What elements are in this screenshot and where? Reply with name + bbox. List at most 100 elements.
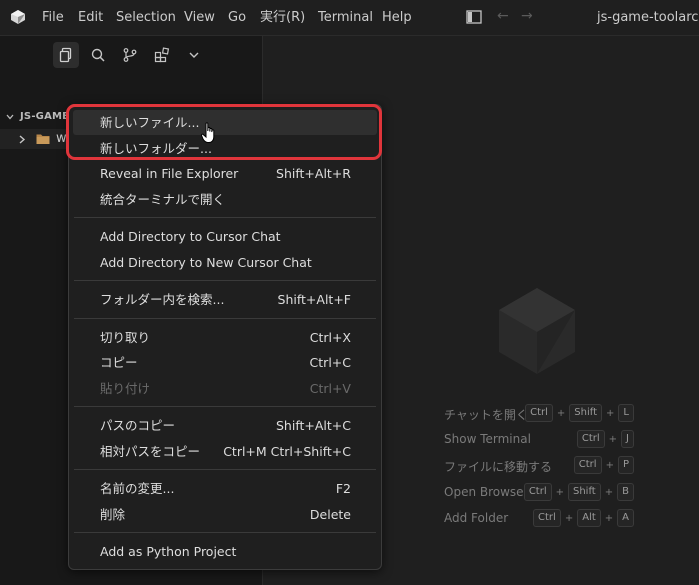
shortcut-hint-label: Open Browser — [444, 485, 529, 499]
key-plus: + — [605, 459, 614, 471]
app-logo-icon[interactable] — [10, 9, 26, 25]
shortcut-keys: Ctrl + P — [573, 456, 634, 474]
key-cap: B — [617, 483, 634, 501]
context-menu-item-label: コピー — [100, 355, 138, 370]
menu-view[interactable]: View — [184, 0, 215, 35]
forward-arrow-icon[interactable]: → — [521, 8, 533, 24]
shortcut-keys: Ctrl + Shift + B — [523, 483, 634, 501]
extensions-icon — [154, 47, 170, 63]
context-menu-item-shortcut: Ctrl+C — [309, 355, 351, 370]
context-menu-item[interactable]: 削除 Delete — [73, 502, 377, 527]
context-menu-item-label: 切り取り — [100, 329, 151, 345]
menu-go[interactable]: Go — [228, 0, 246, 35]
key-cap: Shift — [569, 404, 603, 422]
context-menu-item-label: Add as Python Project — [100, 544, 237, 559]
more-views-button[interactable] — [181, 42, 207, 68]
context-menu-item-label: Add Directory to New Cursor Chat — [100, 254, 312, 270]
context-menu-item[interactable]: Add as Python Project — [73, 539, 377, 564]
context-menu-item[interactable]: フォルダー内を検索... Shift+Alt+F — [73, 287, 377, 312]
menu-terminal[interactable]: Terminal — [318, 0, 373, 35]
context-menu-item-shortcut: Ctrl+M Ctrl+Shift+C — [223, 443, 351, 459]
shortcut-hint-label: Show Terminal — [444, 432, 531, 446]
menu-separator — [74, 280, 376, 281]
context-menu-item-label: 貼り付け — [100, 380, 151, 396]
chevron-down-icon — [6, 114, 14, 120]
context-menu-item-label: 名前の変更... — [100, 481, 175, 496]
shortcut-hint-label: Add Folder — [444, 511, 509, 525]
menu-run[interactable]: 実行(R) — [260, 0, 305, 35]
context-menu-item[interactable]: コピー Ctrl+C — [73, 350, 377, 375]
context-menu-item[interactable]: Add Directory to New Cursor Chat — [73, 250, 377, 275]
menu-separator — [74, 469, 376, 470]
context-menu-item-shortcut: Shift+Alt+F — [277, 292, 351, 307]
context-menu-item-label: パスのコピー — [100, 418, 176, 433]
context-menu-item[interactable]: Reveal in File Explorer Shift+Alt+R — [73, 161, 377, 186]
key-plus: + — [608, 433, 618, 445]
back-arrow-icon[interactable]: ← — [497, 8, 509, 24]
key-cap: L — [618, 404, 634, 422]
menu-separator — [74, 217, 376, 218]
window-title: js-game-toolarc — [597, 10, 699, 25]
shortcut-keys: Ctrl + J — [576, 430, 634, 448]
shortcut-keys: Ctrl + Shift + L — [525, 404, 634, 422]
menu-separator — [74, 317, 376, 319]
menu-edit[interactable]: Edit — [78, 0, 103, 35]
context-menu-item[interactable]: パスのコピー Shift+Alt+C — [73, 413, 377, 438]
search-button[interactable] — [85, 42, 111, 68]
chevron-down-icon — [189, 52, 199, 58]
key-cap: J — [621, 430, 634, 448]
shortcut-keys: Ctrl + Alt + A — [533, 509, 634, 527]
key-cap: A — [617, 509, 634, 527]
context-menu: 新しいファイル... 新しいフォルダー... Reveal in File Expl… — [68, 104, 382, 570]
key-plus: + — [555, 486, 564, 498]
shortcut-hint-row[interactable]: Open Browser Ctrl + Shift + B — [444, 483, 634, 503]
extensions-button[interactable] — [149, 42, 175, 68]
context-menu-item-shortcut: Ctrl+X — [309, 329, 351, 345]
menu-file[interactable]: File — [42, 0, 64, 35]
shortcut-hint-row[interactable]: Show Terminal Ctrl + J — [444, 430, 634, 450]
context-menu-item-label: 削除 — [100, 506, 126, 522]
shortcut-hint-row[interactable]: ファイルに移動する Ctrl + P — [444, 456, 634, 476]
menu-selection[interactable]: Selection — [116, 0, 176, 35]
chevron-right-icon — [19, 135, 26, 144]
menu-separator — [74, 532, 376, 533]
title-bar: File Edit Selection View Go 実行(R) Termin… — [0, 0, 699, 36]
key-plus: + — [604, 512, 614, 524]
context-menu-item[interactable]: Add Directory to Cursor Chat — [73, 224, 377, 249]
key-plus: + — [606, 407, 615, 419]
context-menu-item[interactable]: 統合ターミナルで開く — [73, 187, 377, 212]
context-menu-item[interactable]: 名前の変更... F2 — [73, 476, 377, 501]
key-cap: Ctrl — [573, 456, 602, 474]
layout-sidebar-icon[interactable] — [466, 10, 482, 24]
source-control-button[interactable] — [117, 42, 143, 68]
cursor-logo-icon — [499, 288, 575, 374]
shortcut-hint-label: ファイルに移動する — [444, 460, 553, 474]
shortcut-hint-label: チャットを開く — [444, 408, 528, 422]
context-menu-item-label: フォルダー内を検索... — [100, 292, 225, 307]
key-cap: Shift — [568, 483, 601, 501]
hand-pointer-icon — [201, 122, 215, 143]
folder-icon — [36, 134, 50, 144]
key-plus: + — [604, 486, 614, 498]
key-cap: Ctrl — [533, 509, 561, 527]
context-menu-item-label: Add Directory to Cursor Chat — [100, 229, 281, 244]
context-menu-item-shortcut: Shift+Alt+R — [276, 166, 351, 181]
shortcut-hint-row[interactable]: Add Folder Ctrl + Alt + A — [444, 509, 634, 529]
context-menu-item-shortcut: Delete — [309, 506, 351, 522]
menu-separator — [74, 406, 376, 407]
menu-help[interactable]: Help — [382, 0, 412, 35]
key-cap: Ctrl — [525, 404, 553, 422]
shortcut-hint-row[interactable]: チャットを開く Ctrl + Shift + L — [444, 404, 634, 424]
context-menu-item[interactable]: 相対パスをコピー Ctrl+M Ctrl+Shift+C — [73, 439, 377, 464]
context-menu-item[interactable]: 切り取り Ctrl+X — [73, 325, 377, 350]
context-menu-item-label: 統合ターミナルで開く — [100, 191, 226, 207]
key-plus: + — [564, 512, 574, 524]
context-menu-item-shortcut: Ctrl+V — [309, 380, 351, 396]
search-icon — [91, 48, 105, 62]
explorer-icon — [59, 47, 72, 63]
context-menu-item[interactable]: 貼り付け Ctrl+V — [73, 376, 377, 401]
highlight-annotation — [66, 104, 382, 160]
explorer-button[interactable] — [53, 42, 79, 68]
key-cap: Ctrl — [576, 430, 605, 448]
context-menu-item-label: 相対パスをコピー — [100, 443, 201, 459]
